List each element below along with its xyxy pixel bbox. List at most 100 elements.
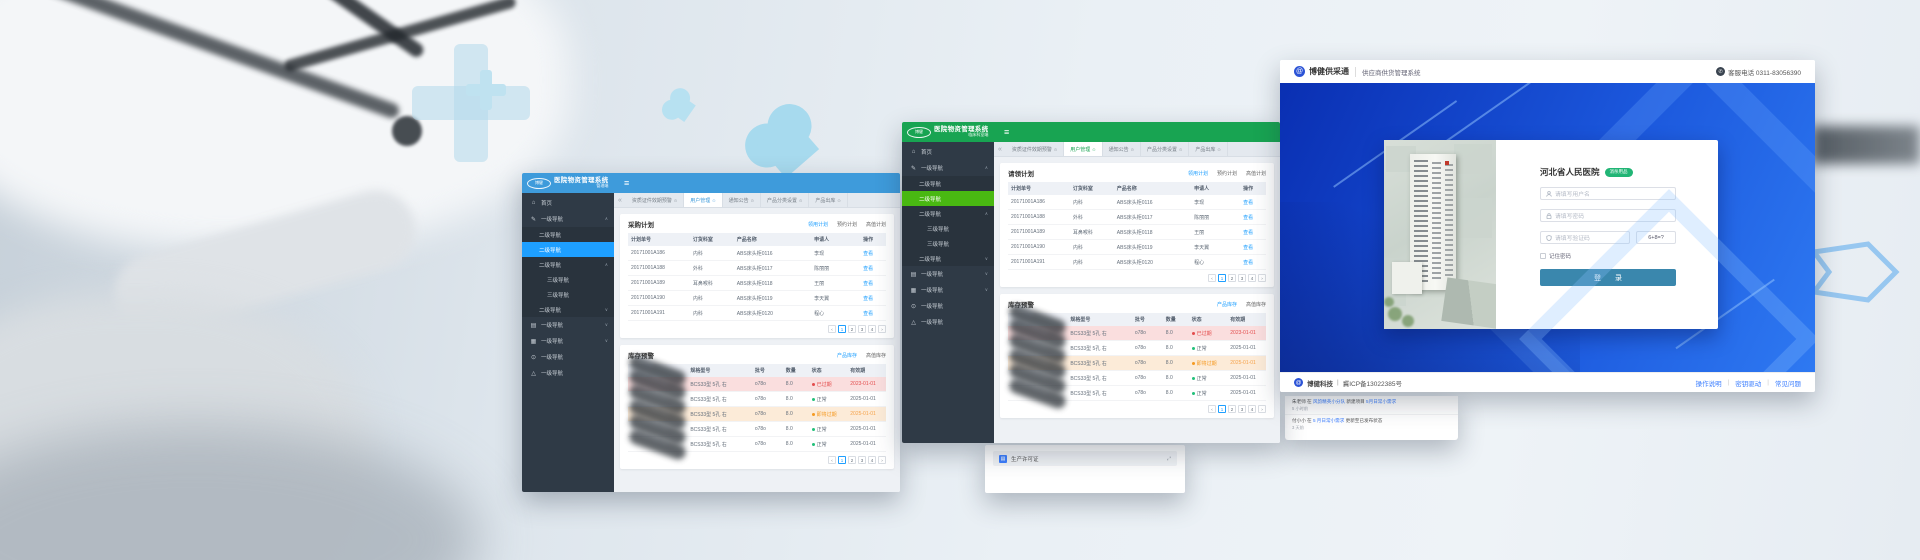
page-button[interactable]: 4 (1248, 405, 1256, 413)
page-button[interactable]: › (1258, 405, 1266, 413)
page-button[interactable]: › (1258, 274, 1266, 282)
sidebar-item[interactable]: 二级导航 (902, 176, 994, 191)
card-link[interactable]: 高值库存 (866, 352, 886, 359)
sidebar-item[interactable]: 二级导航∨ (522, 302, 614, 317)
sidebar-item-active[interactable]: 二级导航 (522, 242, 614, 257)
sidebar-item[interactable]: △一级导航 (902, 314, 994, 330)
page-button[interactable]: 1 (1218, 405, 1226, 413)
sidebar-item[interactable]: ✎一级导航∧ (522, 211, 614, 227)
tab[interactable]: 产品分类设置⊙ (1141, 142, 1189, 156)
card-link[interactable]: 预约计划 (837, 221, 857, 228)
tab[interactable]: 用户管理⊙ (1064, 142, 1102, 156)
page-button[interactable]: 4 (1248, 274, 1256, 282)
card-link[interactable]: 高值计划 (1246, 170, 1266, 177)
list-item[interactable]: ▤ 生产许可证 ⤢ (993, 451, 1177, 466)
card-link[interactable]: 产品库存 (1217, 301, 1237, 308)
page-button[interactable]: 3 (1238, 274, 1246, 282)
tab[interactable]: 用户管理⊙ (684, 193, 722, 207)
captcha-field[interactable]: 请填写验证码 (1540, 231, 1630, 244)
feed-link[interactable]: 5 月日常小需求 (1313, 418, 1344, 423)
sidebar-item[interactable]: ▦一级导航∨ (522, 333, 614, 349)
page-button[interactable]: 4 (868, 325, 876, 333)
tab[interactable]: 产品出库⊙ (809, 193, 847, 207)
sidebar-item[interactable]: ⊙一级导航 (902, 298, 994, 314)
tab[interactable]: 通知公告⊙ (723, 193, 761, 207)
remember-checkbox[interactable] (1540, 253, 1546, 259)
view-link[interactable]: 查看 (1240, 214, 1266, 221)
login-button[interactable]: 登 录 (1540, 269, 1676, 286)
expand-icon[interactable]: ⤢ (1167, 456, 1171, 462)
menu-icon[interactable]: ≡ (624, 179, 629, 188)
page-button[interactable]: 3 (858, 325, 866, 333)
username-field[interactable]: 请填写用户名 (1540, 187, 1676, 200)
page-button[interactable]: ‹ (828, 325, 836, 333)
sidebar-item[interactable]: 三级导航 (522, 272, 614, 287)
page-button[interactable]: 2 (848, 456, 856, 464)
sidebar-item[interactable]: 三级导航 (902, 221, 994, 236)
sidebar-item-active[interactable]: 二级导航 (902, 191, 994, 206)
card-link[interactable]: 领用计划 (1188, 170, 1208, 177)
sidebar-item[interactable]: ▤一级导航∨ (902, 266, 994, 282)
collapse-icon[interactable]: « (614, 197, 626, 204)
view-link[interactable]: 查看 (860, 250, 886, 257)
sidebar-item[interactable]: ✎一级导航∧ (902, 160, 994, 176)
page-button[interactable]: 2 (1228, 274, 1236, 282)
page-button[interactable]: 4 (868, 456, 876, 464)
view-link[interactable]: 查看 (860, 295, 886, 302)
footer-link[interactable]: 常见问题 (1775, 378, 1801, 388)
sidebar-item[interactable]: ▦一级导航∨ (902, 282, 994, 298)
card-link[interactable]: 产品库存 (837, 352, 857, 359)
tab[interactable]: 产品分类设置⊙ (761, 193, 809, 207)
menu-icon[interactable]: ≡ (1004, 128, 1009, 137)
sidebar-item[interactable]: ▤一级导航∨ (522, 317, 614, 333)
card-link[interactable]: 高值库存 (1246, 301, 1266, 308)
view-link[interactable]: 查看 (860, 310, 886, 317)
page-button[interactable]: 2 (1228, 405, 1236, 413)
sidebar-item[interactable]: ⌂首页 (902, 144, 994, 160)
page-button[interactable]: 2 (848, 325, 856, 333)
sidebar-item[interactable]: ⊙一级导航 (522, 349, 614, 365)
feed-link[interactable]: 风韵精英小分队 (1313, 399, 1345, 404)
page-button[interactable]: › (878, 325, 886, 333)
sidebar-item[interactable]: 二级导航∧ (902, 206, 994, 221)
sidebar-item[interactable]: △一级导航 (522, 365, 614, 381)
view-link[interactable]: 查看 (1240, 259, 1266, 266)
feed-link[interactable]: 5月日常小需求 (1366, 399, 1396, 404)
page-button[interactable]: 3 (858, 456, 866, 464)
view-link[interactable]: 查看 (1240, 229, 1266, 236)
card-link[interactable]: 领用计划 (808, 221, 828, 228)
page-button[interactable]: 1 (838, 325, 846, 333)
tab[interactable]: 产品出库⊙ (1189, 142, 1227, 156)
page-button[interactable]: ‹ (1208, 405, 1216, 413)
collapse-icon[interactable]: « (994, 146, 1006, 153)
card-link[interactable]: 高值计划 (866, 221, 886, 228)
page-button[interactable]: ‹ (1208, 274, 1216, 282)
page-button[interactable]: ‹ (828, 456, 836, 464)
view-link[interactable]: 查看 (1240, 244, 1266, 251)
captcha-image[interactable]: 6+8=? (1636, 231, 1676, 244)
tab[interactable]: 资质证件效期预警⊙ (1006, 142, 1064, 156)
view-link[interactable]: 查看 (860, 265, 886, 272)
footer-link[interactable]: 密钥驱动 (1735, 378, 1761, 388)
page-button[interactable]: 3 (1238, 405, 1246, 413)
page-button[interactable]: › (878, 456, 886, 464)
page-button[interactable]: 1 (1218, 274, 1226, 282)
view-link[interactable]: 查看 (1240, 199, 1266, 206)
sidebar-item[interactable]: 二级导航∧ (522, 257, 614, 272)
tab[interactable]: 资质证件效期预警⊙ (626, 193, 684, 207)
sidebar-item[interactable]: 三级导航 (902, 236, 994, 251)
view-link[interactable]: 查看 (860, 280, 886, 287)
status-label: 已过期 (1197, 331, 1212, 337)
footer-link[interactable]: 操作说明 (1696, 378, 1722, 388)
card-link[interactable]: 预约计划 (1217, 170, 1237, 177)
tab[interactable]: 通知公告⊙ (1103, 142, 1141, 156)
status-badge: 已过期 (809, 381, 848, 388)
password-field[interactable]: 请填写密码 (1540, 209, 1676, 222)
cell: 陈丽丽 (811, 265, 860, 272)
sidebar-item[interactable]: 二级导航∨ (902, 251, 994, 266)
sidebar-item[interactable]: 三级导航 (522, 287, 614, 302)
sidebar-item[interactable]: ⌂首页 (522, 195, 614, 211)
page-button[interactable]: 1 (838, 456, 846, 464)
table-row: ABS床头柜0119BCS33型 5孔 右o78o8.0正常2025-01-01 (628, 422, 886, 437)
sidebar-item[interactable]: 二级导航 (522, 227, 614, 242)
